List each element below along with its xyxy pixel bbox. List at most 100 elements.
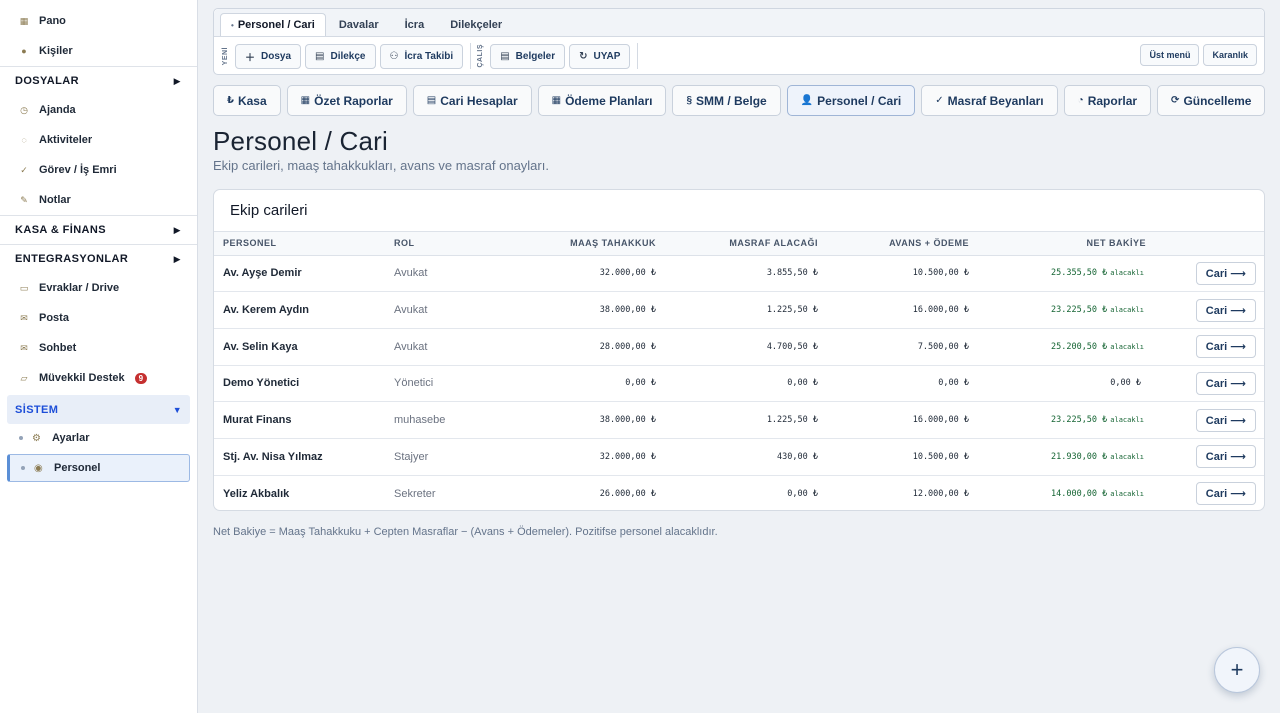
module-masraf-beyanlari-button[interactable]: ✓ Masraf Beyanları	[921, 85, 1058, 116]
sidebar-item-notlar[interactable]: ✎ Notlar	[0, 185, 197, 215]
sidebar-item-kisiler[interactable]: ● Kişiler	[0, 36, 197, 66]
advance-cell: 12.000,00 ₺	[912, 488, 969, 499]
sidebar-item-evraklar[interactable]: ▭ Evraklar / Drive	[0, 273, 197, 303]
column-header-rol: ROL	[394, 232, 514, 256]
module-personel-cari-button[interactable]: 👤 Personel / Cari	[786, 85, 916, 116]
action-cell: Cari ⟶	[1146, 328, 1264, 366]
sidebar-section-kasa-finans[interactable]: KASA & FİNANS ▶	[0, 215, 197, 244]
dashboard-icon: ▦	[19, 15, 29, 26]
column-header-masraf: MASRAF ALACAĞI	[656, 232, 818, 256]
new-dilekce-button[interactable]: ▤ Dilekçe	[305, 43, 376, 69]
module-label: Personel / Cari	[817, 93, 902, 108]
sidebar-section-sistem[interactable]: SİSTEM ▼	[7, 395, 190, 424]
lira-icon: ₺	[227, 95, 234, 106]
module-label: Cari Hesaplar	[440, 93, 518, 108]
cari-button[interactable]: Cari ⟶	[1195, 298, 1256, 322]
role-cell: Avukat	[394, 328, 514, 366]
personel-name-cell: Yeliz Akbalık	[223, 487, 290, 500]
advance-cell: 10.500,00 ₺	[818, 438, 969, 476]
sidebar-item-label: Ayarlar	[52, 432, 90, 444]
sidebar-item-ajanda[interactable]: ◷ Ajanda	[0, 95, 197, 125]
document-icon: ▤	[315, 50, 325, 62]
net-balance-cell: 25.355,50 ₺ alacaklı	[969, 255, 1146, 293]
sidebar-item-posta[interactable]: ✉ Posta	[0, 303, 197, 333]
tab-personel-cari[interactable]: • Personel / Cari	[220, 13, 326, 36]
tab-davalar[interactable]: Davalar	[326, 13, 392, 36]
folder-icon: ▭	[19, 282, 29, 293]
new-icra-takibi-button[interactable]: ⚇ İcra Takibi	[379, 43, 464, 69]
sidebar-item-label: Pano	[39, 15, 66, 27]
net-balance-suffix: alacaklı	[1110, 269, 1144, 278]
button-label: İcra Takibi	[404, 50, 454, 62]
module-label: Raporlar	[1087, 93, 1138, 108]
module-odeme-planlari-button[interactable]: ▦ Ödeme Planları	[537, 85, 667, 116]
net-balance-suffix: alacaklı	[1110, 416, 1144, 425]
table-row: Av. Selin Kaya Avukat 28.000,00 ₺ 4.700,50 …	[214, 328, 1264, 366]
mail-icon: ✉	[20, 312, 28, 323]
module-kasa-button[interactable]: ₺ Kasa	[213, 85, 281, 116]
plus-icon: ＋	[245, 52, 255, 64]
sidebar-item-gorev[interactable]: ✓ Görev / İş Emri	[0, 155, 197, 185]
dark-mode-button[interactable]: Karanlık	[1203, 44, 1257, 66]
files-icon: ▤	[500, 50, 510, 62]
role-cell: Yönetici	[394, 365, 514, 403]
sidebar-item-sohbet[interactable]: ✉ Sohbet	[0, 333, 197, 363]
module-label: Kasa	[237, 93, 267, 108]
sidebar-item-ayarlar[interactable]: ⚙ Ayarlar	[0, 424, 197, 452]
table-body: Av. Ayşe Demir Avukat 32.000,00 ₺ 3.855,50 …	[214, 255, 1264, 510]
module-cari-hesaplar-button[interactable]: ▤ Cari Hesaplar	[412, 85, 532, 116]
module-raporlar-button[interactable]: ◔ Raporlar	[1063, 85, 1152, 116]
sidebar-section-entegrasyonlar[interactable]: ENTEGRASYONLAR ▶	[0, 244, 197, 273]
team-accounts-card: Ekip carileri PERSONEL ROL MAAŞ TAHAKKUK…	[213, 189, 1265, 511]
sidebar: ▦ Pano ● Kişiler DOSYALAR ▶ ◷ Ajanda ◌ A…	[0, 0, 198, 713]
chevron-down-icon: ▼	[172, 404, 182, 415]
sidebar-item-label: Müvekkil Destek	[39, 372, 125, 384]
section-label: DOSYALAR	[15, 75, 79, 87]
sidebar-item-personel[interactable]: ◉ Personel	[7, 454, 190, 482]
belgeler-button[interactable]: ▤ Belgeler	[490, 43, 566, 69]
new-dosya-button[interactable]: ＋ Dosya	[235, 43, 302, 69]
uyap-button[interactable]: ↻ UYAP	[569, 43, 631, 69]
sidebar-item-muvekkil-destek[interactable]: ▱ Müvekkil Destek 9	[0, 363, 197, 393]
personel-name-cell: Stj. Av. Nisa Yılmaz	[214, 438, 394, 476]
sidebar-section-dosyalar[interactable]: DOSYALAR ▶	[0, 66, 197, 95]
cari-button[interactable]: Cari ⟶	[1195, 408, 1256, 432]
personel-name-cell: Av. Ayşe Demir	[214, 255, 394, 293]
cari-button[interactable]: Cari ⟶	[1195, 445, 1256, 469]
sidebar-item-aktiviteler[interactable]: ◌ Aktiviteler	[0, 125, 197, 155]
page-subtitle: Ekip carileri, maaş tahakkukları, avans …	[213, 158, 549, 173]
salary-cell: 0,00 ₺	[514, 365, 656, 403]
module-guncelleme-button[interactable]: ⟳ Güncelleme	[1157, 85, 1266, 116]
module-ozet-raporlar-button[interactable]: ▦ Özet Raporlar	[286, 85, 407, 116]
tab-dilekceler[interactable]: Dilekçeler	[437, 13, 515, 36]
toolbar-divider	[637, 43, 639, 69]
cari-button[interactable]: Cari ⟶	[1195, 371, 1256, 395]
button-label: UYAP	[593, 50, 621, 62]
salary-cell: 38.000,00 ₺	[514, 401, 656, 439]
cari-button[interactable]: Cari ⟶	[1195, 335, 1256, 359]
tab-icra[interactable]: İcra	[392, 13, 438, 36]
table-row: Murat Finans muhasebe 38.000,00 ₺ 1.225,50 …	[214, 401, 1264, 439]
module-smm-belge-button[interactable]: § SMM / Belge	[672, 85, 781, 116]
advance-cell: 16.000,00 ₺	[818, 291, 969, 329]
module-label: Masraf Beyanları	[947, 93, 1044, 108]
sidebar-item-pano[interactable]: ▦ Pano	[0, 6, 197, 36]
people-icon: ●	[21, 46, 27, 56]
personel-name-cell: Av. Selin Kaya	[214, 328, 394, 366]
chart-icon: ▦	[300, 95, 311, 106]
add-fab-button[interactable]: +	[1214, 647, 1260, 693]
sidebar-item-label: Aktiviteler	[39, 134, 93, 146]
ust-menu-button[interactable]: Üst menü	[1140, 44, 1200, 66]
table-row: Yeliz Akbalık Sekreter 26.000,00 ₺ 0,00 ₺ 12…	[214, 475, 1264, 510]
advance-cell: 10.500,00 ₺	[818, 255, 969, 293]
net-balance-value: 21.930,00 ₺	[1050, 451, 1108, 462]
table-row: Stj. Av. Nisa Yılmaz Stajyer 32.000,00 ₺ 43…	[214, 438, 1264, 476]
team-accounts-table: PERSONEL ROL MAAŞ TAHAKKUK MASRAF ALACAĞ…	[214, 232, 1264, 510]
page-title: Personel / Cari	[213, 126, 388, 156]
expense-cell: 0,00 ₺	[787, 488, 818, 499]
plus-icon: +	[1230, 657, 1244, 682]
net-balance-suffix: alacaklı	[1110, 306, 1144, 315]
table-header-row: PERSONEL ROL MAAŞ TAHAKKUK MASRAF ALACAĞ…	[214, 232, 1264, 256]
cari-button[interactable]: Cari ⟶	[1195, 261, 1256, 285]
cari-button[interactable]: Cari ⟶	[1195, 482, 1256, 506]
